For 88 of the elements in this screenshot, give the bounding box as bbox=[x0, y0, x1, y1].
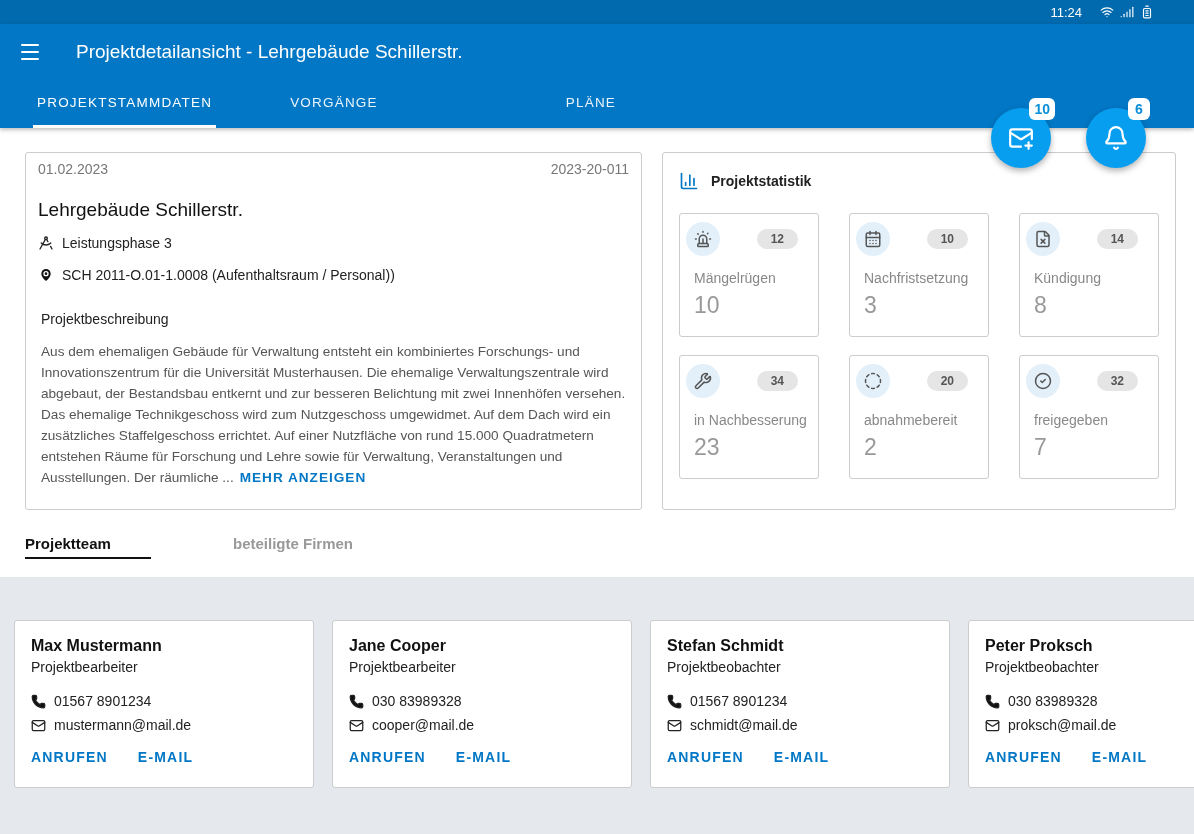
email-button[interactable]: E-MAIL bbox=[137, 749, 194, 765]
project-location: SCH 2011-O.01-1.0008 (Aufenthaltsraum / Personal)) bbox=[62, 267, 395, 283]
stat-tile[interactable]: 34 in Nachbesserung 23 bbox=[679, 355, 819, 479]
mail-icon bbox=[1008, 125, 1034, 151]
tab[interactable]: beteiligte Firmen bbox=[233, 530, 393, 559]
siren-icon bbox=[686, 222, 720, 256]
phone-number: 01567 8901234 bbox=[54, 693, 152, 709]
tab[interactable]: PLÄNE bbox=[561, 80, 621, 128]
call-button[interactable]: ANRUFEN bbox=[985, 749, 1062, 765]
stat-tile[interactable]: 10 Nachfristsetzung 3 bbox=[849, 213, 989, 337]
person-name: Stefan Schmidt bbox=[667, 637, 785, 655]
phone-number: 030 83989328 bbox=[372, 693, 462, 709]
stat-label: in Nachbesserung bbox=[694, 412, 808, 428]
phone-icon bbox=[985, 693, 1000, 709]
wrench-icon bbox=[686, 364, 720, 398]
email-button[interactable]: E-MAIL bbox=[1091, 749, 1148, 765]
tab[interactable]: Projektteam bbox=[25, 530, 151, 559]
stat-tile[interactable]: 20 abnahmebereit 2 bbox=[849, 355, 989, 479]
email-address: schmidt@mail.de bbox=[690, 717, 798, 733]
bar-chart-icon bbox=[679, 171, 699, 191]
phone-icon bbox=[31, 693, 46, 709]
person-role: Projektbeobachter bbox=[985, 659, 1100, 675]
count-badge: 32 bbox=[1096, 371, 1138, 391]
stat-label: freigegeben bbox=[1034, 412, 1109, 428]
stat-tile[interactable]: 14 Kündigung 8 bbox=[1019, 213, 1159, 337]
phone-icon bbox=[667, 693, 682, 709]
count-badge: 14 bbox=[1096, 229, 1138, 249]
stat-label: Nachfristsetzung bbox=[864, 270, 970, 286]
count-badge: 34 bbox=[756, 371, 798, 391]
stat-label: Mängelrügen bbox=[694, 270, 777, 286]
mail-icon bbox=[31, 717, 46, 733]
stat-value: 8 bbox=[1034, 292, 1048, 319]
page-title: Projektdetailansicht - Lehrgebäude Schillerstr. bbox=[76, 41, 463, 63]
stat-value: 23 bbox=[694, 434, 721, 461]
mail-icon bbox=[349, 717, 364, 733]
phone-icon bbox=[349, 693, 364, 709]
phone-number: 01567 8901234 bbox=[690, 693, 788, 709]
signal-icon bbox=[1120, 5, 1134, 19]
stat-tile[interactable]: 12 Mängelrügen 10 bbox=[679, 213, 819, 337]
count-badge: 12 bbox=[756, 229, 798, 249]
count-badge: 6 bbox=[1128, 98, 1150, 120]
bell-icon bbox=[1103, 125, 1129, 151]
stat-value: 2 bbox=[864, 434, 878, 461]
email-button[interactable]: E-MAIL bbox=[455, 749, 512, 765]
tab[interactable]: VORGÄNGE bbox=[286, 80, 382, 128]
person-role: Projektbeobachter bbox=[667, 659, 782, 675]
person-name: Jane Cooper bbox=[349, 637, 447, 655]
wifi-icon bbox=[1100, 5, 1114, 19]
document-x-icon bbox=[1026, 222, 1060, 256]
email-address: proksch@mail.de bbox=[1008, 717, 1117, 733]
call-button[interactable]: ANRUFEN bbox=[31, 749, 108, 765]
stat-value: 7 bbox=[1034, 434, 1048, 461]
stat-value: 10 bbox=[694, 292, 721, 319]
person-role: Projektbearbeiter bbox=[349, 659, 457, 675]
stat-value: 3 bbox=[864, 292, 878, 319]
battery-icon bbox=[1140, 5, 1154, 19]
project-date: 01.02.2023 bbox=[38, 161, 109, 177]
stat-label: abnahmebereit bbox=[864, 412, 959, 428]
count-badge: 10 bbox=[1029, 98, 1055, 120]
compass-icon bbox=[38, 235, 54, 251]
email-address: cooper@mail.de bbox=[372, 717, 475, 733]
call-button[interactable]: ANRUFEN bbox=[667, 749, 744, 765]
calendar-icon bbox=[856, 222, 890, 256]
project-number: 2023-20-011 bbox=[550, 161, 629, 177]
project-description: Aus dem ehemaligen Gebäude für Verwaltung entsteht ein kombiniertes Forschungs- und Innovationszentrum für die Universität Musterhausen. Die ehemalige Verwaltungszentrale wird abgebaut, der Bestandsbau entkernt und zur besseren Belichtung mit zwei Innenhöfen versehen. Das ehemalige Technikgeschoss wird zum Nutzgeschoss umgewidmet. Auf dem Dach wird ein zusätzliches Staffelgeschoss errichtet. Auf einer Nutzfläche von rund 15.000 Quadratmetern entstehen Räume für Forschung und Lehre sowie für Verwaltung, Veranstaltungen und Ausstellungen. Der räumliche ... MEHR ANZEIGEN bbox=[41, 343, 627, 487]
project-phase: Leistungsphase 3 bbox=[62, 235, 172, 251]
count-badge: 10 bbox=[926, 229, 968, 249]
project-name: Lehrgebäude Schillerstr. bbox=[38, 199, 244, 221]
stat-label: Kündigung bbox=[1034, 270, 1102, 286]
clock-time: 11:24 bbox=[1050, 4, 1082, 20]
call-button[interactable]: ANRUFEN bbox=[349, 749, 426, 765]
more-link[interactable]: MEHR ANZEIGEN bbox=[239, 470, 367, 485]
location-pin-icon bbox=[38, 267, 54, 283]
person-name: Peter Proksch bbox=[985, 637, 1094, 655]
person-name: Max Mustermann bbox=[31, 637, 163, 655]
phone-number: 030 83989328 bbox=[1008, 693, 1098, 709]
dashed-circle-icon bbox=[856, 364, 890, 398]
statistics-title: Projektstatistik bbox=[711, 173, 812, 189]
mail-icon bbox=[985, 717, 1000, 733]
count-badge: 20 bbox=[926, 371, 968, 391]
stat-tile[interactable]: 32 freigegeben 7 bbox=[1019, 355, 1159, 479]
person-role: Projektbearbeiter bbox=[31, 659, 139, 675]
check-circle-icon bbox=[1026, 364, 1060, 398]
mail-icon bbox=[667, 717, 682, 733]
description-heading: Projektbeschreibung bbox=[41, 311, 170, 327]
email-button[interactable]: E-MAIL bbox=[773, 749, 830, 765]
email-address: mustermann@mail.de bbox=[54, 717, 192, 733]
tab[interactable]: PROJEKTSTAMMDATEN bbox=[33, 80, 217, 128]
